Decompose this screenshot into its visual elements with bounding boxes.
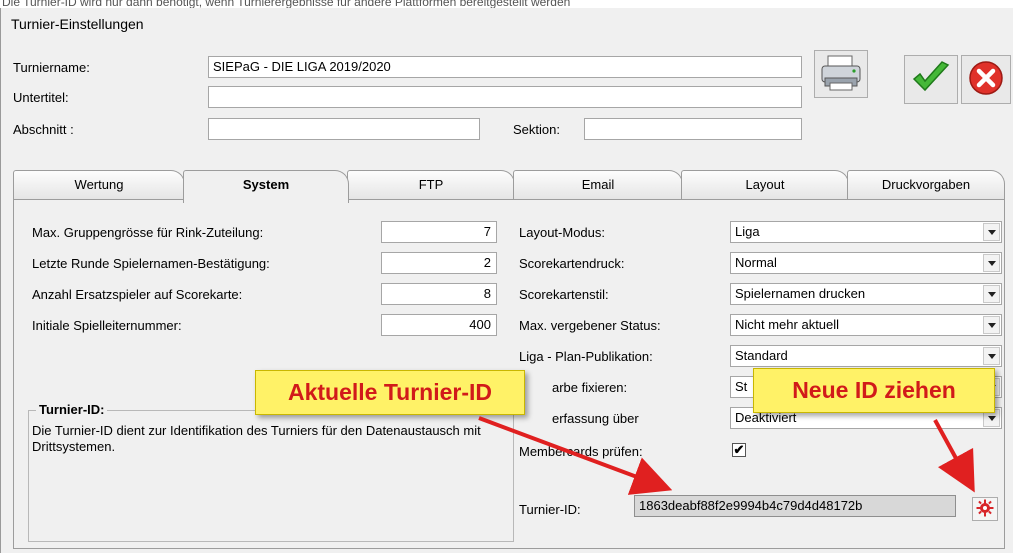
turnier-settings-window: Turnier-Einstellungen Turniername: SIEPa… bbox=[0, 8, 1013, 553]
gear-icon bbox=[976, 499, 994, 520]
sektion-input[interactable] bbox=[584, 118, 802, 140]
letzte-runde-label: Letzte Runde Spielernamen-Bestätigung: bbox=[32, 256, 270, 271]
membercards-label: Membercards prüfen: bbox=[519, 444, 643, 459]
scorekartendruck-value: Normal bbox=[735, 255, 777, 270]
abschnitt-input[interactable] bbox=[208, 118, 480, 140]
scorekartenstil-select[interactable]: Spielernamen drucken bbox=[730, 283, 1002, 305]
liga-plan-publikation-select[interactable]: Standard bbox=[730, 345, 1002, 367]
abschnitt-label: Abschnitt : bbox=[13, 122, 74, 137]
printer-icon bbox=[819, 54, 863, 95]
checkmark-icon bbox=[911, 60, 951, 99]
tab-system[interactable]: System bbox=[183, 170, 349, 203]
untertitel-input[interactable] bbox=[208, 86, 802, 108]
tab-druckvorgaben[interactable]: Druckvorgaben bbox=[847, 170, 1005, 200]
ersatzspieler-label: Anzahl Ersatzspieler auf Scorekarte: bbox=[32, 287, 243, 302]
new-id-button[interactable] bbox=[972, 497, 998, 521]
turniername-input[interactable]: SIEPaG - DIE LIGA 2019/2020 bbox=[208, 56, 802, 78]
max-gruppengroesse-label: Max. Gruppengrösse für Rink-Zuteilung: bbox=[32, 225, 264, 240]
sektion-label: Sektion: bbox=[513, 122, 560, 137]
liga-plan-publikation-label: Liga - Plan-Publikation: bbox=[519, 349, 653, 364]
ok-button[interactable] bbox=[904, 55, 958, 104]
window-title: Turnier-Einstellungen bbox=[11, 16, 144, 32]
scorekartendruck-select[interactable]: Normal bbox=[730, 252, 1002, 274]
print-button[interactable] bbox=[814, 50, 868, 98]
scorekartenstil-label: Scorekartenstil: bbox=[519, 287, 609, 302]
layout-modus-label: Layout-Modus: bbox=[519, 225, 605, 240]
callout-current-id: Aktuelle Turnier-ID bbox=[255, 370, 525, 415]
chevron-down-icon[interactable] bbox=[983, 285, 1000, 303]
tab-layout[interactable]: Layout bbox=[681, 170, 849, 200]
farbe-fixieren-value: St bbox=[735, 379, 748, 394]
layout-modus-value: Liga bbox=[735, 224, 760, 239]
chevron-down-icon[interactable] bbox=[983, 254, 1000, 272]
tab-email[interactable]: Email bbox=[513, 170, 683, 200]
membercards-checkbox[interactable]: ✔ bbox=[732, 443, 746, 457]
max-status-select[interactable]: Nicht mehr aktuell bbox=[730, 314, 1002, 336]
liga-plan-publikation-value: Standard bbox=[735, 348, 788, 363]
tab-ftp[interactable]: FTP bbox=[347, 170, 515, 200]
turnier-id-field[interactable]: 1863deabf88f2e9994b4c79d4d48172b bbox=[634, 495, 956, 517]
spielleiternummer-label: Initiale Spielleiternummer: bbox=[32, 318, 182, 333]
tab-bar: Wertung System FTP Email Layout Druckvor… bbox=[13, 170, 1005, 203]
farbe-fixieren-label: arbe fixieren: bbox=[552, 380, 628, 395]
cancel-button[interactable] bbox=[961, 55, 1011, 104]
letzte-runde-input[interactable]: 2 bbox=[381, 252, 497, 274]
chevron-down-icon[interactable] bbox=[983, 223, 1000, 241]
layout-modus-select[interactable]: Liga bbox=[730, 221, 1002, 243]
turnier-id-group-title: Turnier-ID: bbox=[36, 402, 108, 417]
erfassung-label: erfassung über bbox=[552, 411, 639, 426]
tab-wertung[interactable]: Wertung bbox=[13, 170, 185, 200]
red-x-icon bbox=[968, 60, 1004, 99]
max-status-label: Max. vergebener Status: bbox=[519, 318, 661, 333]
spielleiternummer-input[interactable]: 400 bbox=[381, 314, 497, 336]
untertitel-label: Untertitel: bbox=[13, 90, 69, 105]
max-gruppengroesse-input[interactable]: 7 bbox=[381, 221, 497, 243]
chevron-down-icon[interactable] bbox=[983, 347, 1000, 365]
ersatzspieler-input[interactable]: 8 bbox=[381, 283, 497, 305]
chevron-down-icon[interactable] bbox=[983, 316, 1000, 334]
scorekartenstil-value: Spielernamen drucken bbox=[735, 286, 866, 301]
scorekartendruck-label: Scorekartendruck: bbox=[519, 256, 625, 271]
cropped-caption: Die Turnier-ID wird nur dann benötigt, w… bbox=[2, 0, 571, 8]
callout-new-id: Neue ID ziehen bbox=[753, 368, 995, 413]
max-status-value: Nicht mehr aktuell bbox=[735, 317, 840, 332]
turnier-id-label: Turnier-ID: bbox=[519, 502, 581, 517]
turniername-label: Turniername: bbox=[13, 60, 90, 75]
turnier-id-description: Die Turnier-ID dient zur Identifikation … bbox=[32, 423, 481, 454]
